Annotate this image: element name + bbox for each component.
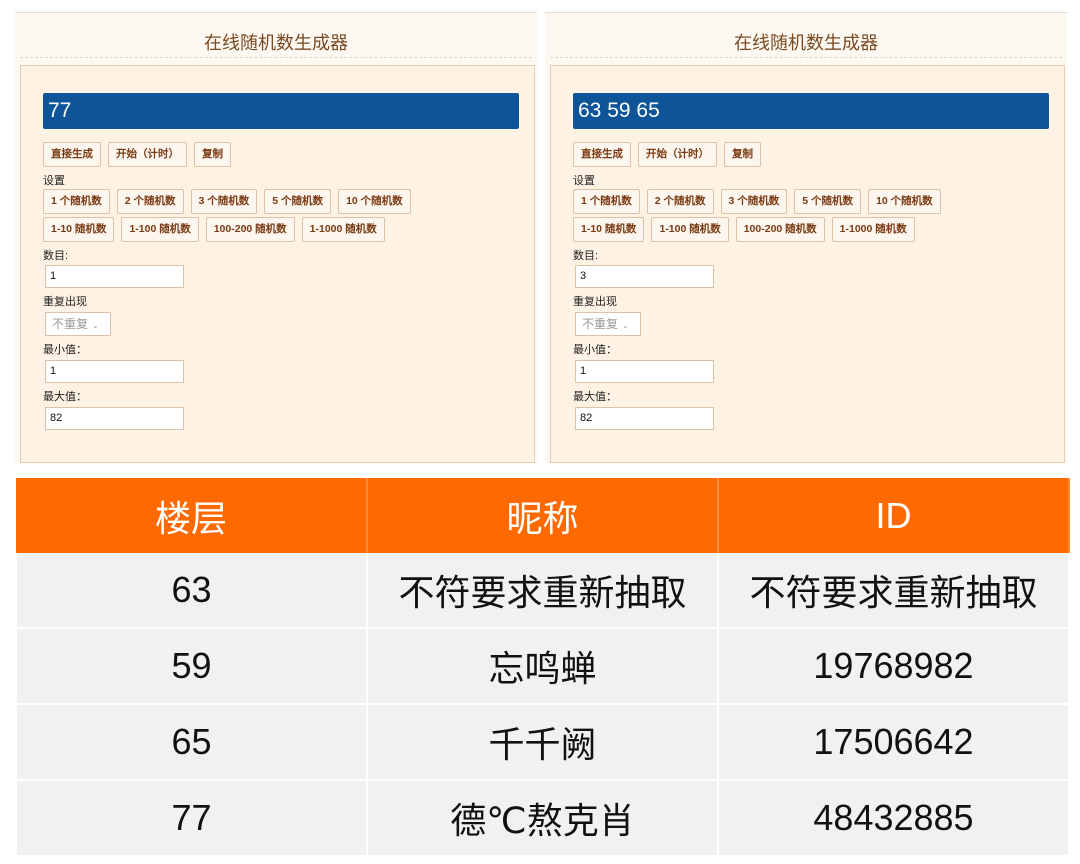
repeat-select[interactable]: 不重复 ⌄ <box>45 312 111 336</box>
action-button[interactable]: 直接生成 <box>43 142 101 167</box>
table-row: 63 不符要求重新抽取 不符要求重新抽取 <box>15 553 1070 629</box>
min-input[interactable]: 1 <box>575 360 714 383</box>
preset-range-button[interactable]: 1-1000 随机数 <box>301 217 385 242</box>
repeat-value: 不重复 <box>582 317 619 331</box>
table-cell: 不符要求重新抽取 <box>366 553 719 629</box>
max-label: 最大值： <box>573 391 617 403</box>
min-input[interactable]: 1 <box>45 360 184 383</box>
page-title: 在线随机数生成器 <box>734 33 878 53</box>
result-display: 63 59 65 <box>573 93 1049 129</box>
column-header: ID <box>718 478 1070 553</box>
column-header: 昵称 <box>367 478 719 553</box>
repeat-value: 不重复 <box>52 317 89 331</box>
max-input[interactable]: 82 <box>575 407 714 430</box>
generator-panel: 在线随机数生成器 63 59 65 直接生成 开始（计时） 复制 设置 1 个随机数… <box>545 12 1067 463</box>
results-table: 楼层 昵称 ID 63 不符要求重新抽取 不符要求重新抽取 59 忘鸣蝉 19768982 65… <box>15 478 1070 857</box>
repeat-label: 重复出现 <box>573 296 617 308</box>
preset-count-button[interactable]: 10 个随机数 <box>868 189 941 214</box>
action-button[interactable]: 开始（计时） <box>638 142 717 167</box>
table-cell: 63 <box>15 553 368 629</box>
result-display: 77 <box>43 93 519 129</box>
preset-range-button[interactable]: 1-100 随机数 <box>651 217 729 242</box>
max-label: 最大值： <box>43 391 87 403</box>
table-cell: 48432885 <box>717 780 1070 857</box>
preset-range-button[interactable]: 1-100 随机数 <box>121 217 199 242</box>
repeat-label: 重复出现 <box>43 296 87 308</box>
chevron-down-icon: ⌄ <box>622 321 629 330</box>
preset-count-button[interactable]: 3 个随机数 <box>720 189 788 214</box>
preset-count-button[interactable]: 10 个随机数 <box>338 189 411 214</box>
preset-range-button[interactable]: 100-200 随机数 <box>735 217 825 242</box>
preset-range-button[interactable]: 1-1000 随机数 <box>831 217 915 242</box>
table-cell: 19768982 <box>717 628 1070 705</box>
preset-count-button[interactable]: 2 个随机数 <box>116 189 184 214</box>
min-label: 最小值： <box>43 344 87 356</box>
count-label: 数目: <box>573 250 599 262</box>
preset-count-button[interactable]: 5 个随机数 <box>794 189 862 214</box>
settings-label: 设置 <box>43 175 65 187</box>
generator-body: 77 直接生成 开始（计时） 复制 设置 1 个随机数 2 个随机数 3 个随机数 5 个… <box>20 65 535 463</box>
preset-count-button[interactable]: 5 个随机数 <box>264 189 332 214</box>
preset-count-button[interactable]: 2 个随机数 <box>646 189 714 214</box>
preset-count-button[interactable]: 1 个随机数 <box>573 189 640 214</box>
generator-body: 63 59 65 直接生成 开始（计时） 复制 设置 1 个随机数 2 个随机数 3 个… <box>550 65 1065 463</box>
preset-count-button[interactable]: 3 个随机数 <box>190 189 258 214</box>
page-title: 在线随机数生成器 <box>204 33 348 53</box>
table-row: 65 千千阙 17506642 <box>15 704 1070 781</box>
table-row: 59 忘鸣蝉 19768982 <box>15 628 1070 705</box>
count-label: 数目: <box>43 250 69 262</box>
preset-range-button[interactable]: 1-10 随机数 <box>43 217 115 242</box>
action-button[interactable]: 复制 <box>194 142 231 167</box>
preset-range-button[interactable]: 1-10 随机数 <box>573 217 645 242</box>
table-cell: 77 <box>15 780 368 857</box>
preset-range-button[interactable]: 100-200 随机数 <box>205 217 295 242</box>
table-cell: 65 <box>15 704 368 781</box>
repeat-select[interactable]: 不重复 ⌄ <box>575 312 641 336</box>
action-button[interactable]: 开始（计时） <box>108 142 187 167</box>
table-cell: 不符要求重新抽取 <box>717 553 1070 629</box>
settings-label: 设置 <box>573 175 595 187</box>
table-cell: 忘鸣蝉 <box>366 628 719 705</box>
table-cell: 17506642 <box>717 704 1070 781</box>
column-header: 楼层 <box>16 478 368 553</box>
preset-count-button[interactable]: 1 个随机数 <box>43 189 110 214</box>
count-input[interactable]: 3 <box>575 265 714 288</box>
chevron-down-icon: ⌄ <box>92 321 99 330</box>
generator-panel: 在线随机数生成器 77 直接生成 开始（计时） 复制 设置 1 个随机数 2 个随机数… <box>15 12 537 463</box>
count-input[interactable]: 1 <box>45 265 184 288</box>
max-input[interactable]: 82 <box>45 407 184 430</box>
table-cell: 千千阙 <box>366 704 719 781</box>
action-button[interactable]: 复制 <box>724 142 761 167</box>
table-cell: 德℃熬克肖 <box>366 780 719 857</box>
action-button[interactable]: 直接生成 <box>573 142 631 167</box>
min-label: 最小值： <box>573 344 617 356</box>
table-row: 77 德℃熬克肖 48432885 <box>15 780 1070 857</box>
table-cell: 59 <box>15 628 368 705</box>
